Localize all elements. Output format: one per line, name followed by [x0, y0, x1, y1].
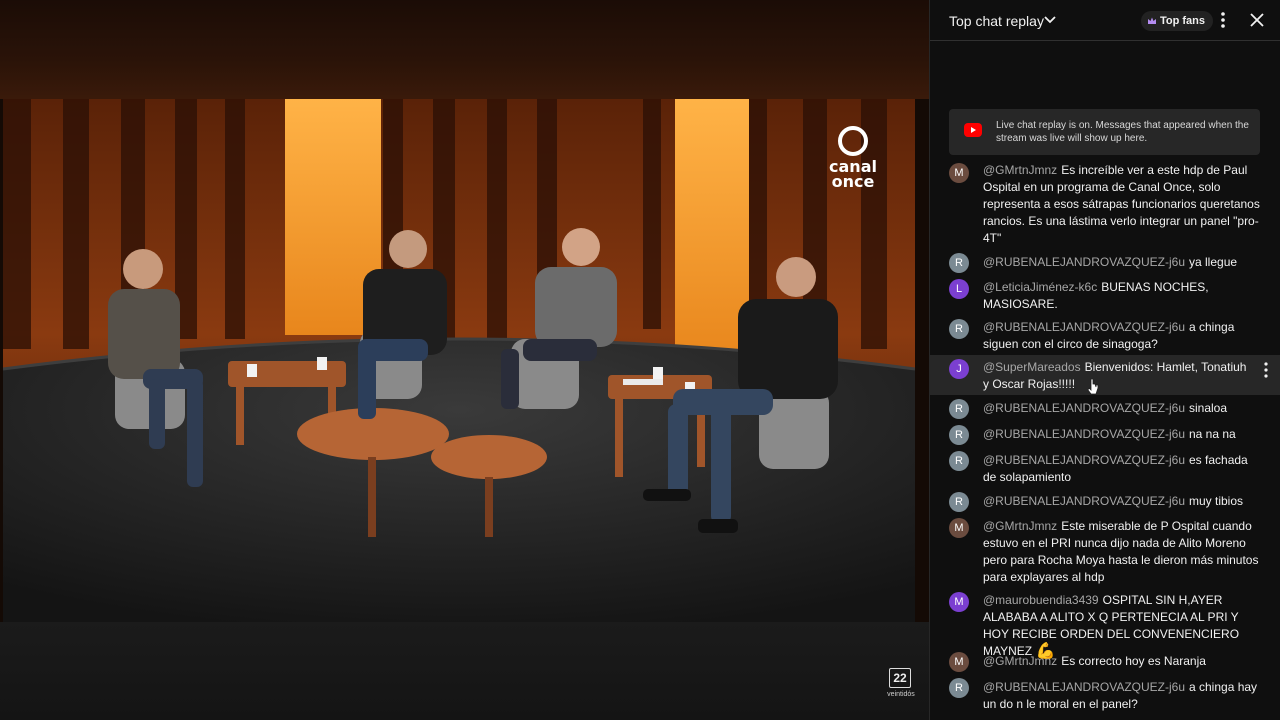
avatar[interactable]: R — [949, 253, 969, 273]
studio-scene-image — [3, 99, 915, 622]
chat-message-body: @RUBENALEJANDROVAZQUEZ-j6u es fachada de … — [983, 452, 1262, 486]
avatar[interactable]: M — [949, 592, 969, 612]
chat-author[interactable]: @RUBENALEJANDROVAZQUEZ-j6u — [983, 494, 1185, 508]
chat-text: muy tibios — [1189, 494, 1244, 508]
chat-author[interactable]: @RUBENALEJANDROVAZQUEZ-j6u — [983, 255, 1185, 269]
chat-message[interactable]: R @RUBENALEJANDROVAZQUEZ-j6u a chinga hay… — [930, 678, 1280, 718]
avatar[interactable]: R — [949, 678, 969, 698]
avatar[interactable]: J — [949, 359, 969, 379]
chat-message-body: @RUBENALEJANDROVAZQUEZ-j6u a chinga hay u… — [983, 679, 1262, 713]
avatar[interactable]: M — [949, 518, 969, 538]
chat-message-body: @GMrtnJmnz Este miserable de P Ospital cu… — [983, 518, 1262, 586]
chat-text: ya llegue — [1189, 255, 1238, 269]
crown-icon — [1148, 17, 1156, 24]
chat-message-body: @RUBENALEJANDROVAZQUEZ-j6u na na na — [983, 426, 1262, 443]
chat-header: Top chat replay Top fans — [930, 0, 1280, 41]
chat-author[interactable]: @maurobuendia3439 — [983, 593, 1099, 607]
chat-message-body: @RUBENALEJANDROVAZQUEZ-j6u a chinga sigue… — [983, 319, 1262, 353]
chevron-down-icon[interactable] — [1042, 12, 1058, 28]
chat-text: na na na — [1189, 427, 1236, 441]
chat-mode-title[interactable]: Top chat replay — [949, 12, 1044, 30]
chat-author[interactable]: @LeticiaJiménez-k6c — [983, 280, 1097, 294]
avatar[interactable]: R — [949, 451, 969, 471]
video-letterbox-bottom — [0, 622, 929, 720]
avatar[interactable]: R — [949, 399, 969, 419]
youtube-icon — [964, 123, 982, 137]
chat-message-body: @GMrtnJmnz Es correcto hoy es Naranja — [983, 653, 1262, 670]
chat-author[interactable]: @RUBENALEJANDROVAZQUEZ-j6u — [983, 427, 1185, 441]
logo-text-line2: once — [831, 172, 875, 191]
chat-message-body: @maurobuendia3439 OSPITAL SIN H,AYER ALAB… — [983, 592, 1262, 660]
chat-message[interactable]: L @LeticiaJiménez-k6c BUENAS NOCHES, MASI… — [930, 277, 1280, 315]
chat-message-body: @GMrtnJmnz Es increíble ver a este hdp de… — [983, 162, 1262, 247]
chat-message[interactable]: R @RUBENALEJANDROVAZQUEZ-j6u sinaloa — [930, 399, 1280, 421]
chat-replay-banner: Live chat replay is on. Messages that ap… — [949, 109, 1260, 155]
chat-author[interactable]: @RUBENALEJANDROVAZQUEZ-j6u — [983, 680, 1185, 694]
more-vert-icon[interactable] — [1215, 11, 1231, 29]
screen: canal once 22 veintidós Top chat replay … — [0, 0, 1280, 720]
chat-text: sinaloa — [1189, 401, 1228, 415]
video-letterbox-top — [0, 0, 929, 99]
chat-text: Es correcto hoy es Naranja — [1061, 654, 1206, 668]
mouse-cursor-icon — [1087, 378, 1099, 395]
chat-message[interactable]: M @GMrtnJmnz Es increíble ver a este hdp … — [930, 160, 1280, 246]
canal-once-ring-icon — [838, 126, 868, 156]
avatar[interactable]: R — [949, 492, 969, 512]
top-fans-button[interactable]: Top fans — [1141, 11, 1214, 31]
veintidos-watermark: 22 veintidós — [885, 668, 917, 700]
video-frame[interactable] — [3, 99, 915, 622]
video-player[interactable]: canal once 22 veintidós — [0, 0, 929, 720]
top-fans-label: Top fans — [1160, 15, 1206, 27]
chat-author[interactable]: @RUBENALEJANDROVAZQUEZ-j6u — [983, 320, 1185, 334]
chat-message-body: @RUBENALEJANDROVAZQUEZ-j6u sinaloa — [983, 400, 1262, 417]
chat-author[interactable]: @RUBENALEJANDROVAZQUEZ-j6u — [983, 453, 1185, 467]
avatar[interactable]: L — [949, 279, 969, 299]
chat-message[interactable]: R @RUBENALEJANDROVAZQUEZ-j6u a chinga sig… — [930, 317, 1280, 355]
chat-message-hovered[interactable]: J @SuperMareados Bienvenidos: Hamlet, Ton… — [930, 355, 1280, 395]
chat-message[interactable]: M @GMrtnJmnz Este miserable de P Ospital … — [930, 517, 1280, 589]
avatar[interactable]: R — [949, 425, 969, 445]
canal-once-logo: canal once — [822, 123, 884, 193]
chat-message[interactable]: M @maurobuendia3439 OSPITAL SIN H,AYER AL… — [930, 591, 1280, 659]
chat-message[interactable]: R @RUBENALEJANDROVAZQUEZ-j6u ya llegue — [930, 252, 1280, 274]
chat-replay-banner-text: Live chat replay is on. Messages that ap… — [996, 120, 1249, 144]
watermark-caption: veintidós — [887, 691, 915, 698]
chat-message-body: @LeticiaJiménez-k6c BUENAS NOCHES, MASIOS… — [983, 279, 1262, 313]
chat-message-body: @RUBENALEJANDROVAZQUEZ-j6u muy tibios — [983, 493, 1262, 510]
chat-message-body: @SuperMareados Bienvenidos: Hamlet, Tonat… — [983, 359, 1255, 393]
chat-message-body: @RUBENALEJANDROVAZQUEZ-j6u ya llegue — [983, 254, 1262, 271]
chat-message[interactable]: R @RUBENALEJANDROVAZQUEZ-j6u na na na — [930, 425, 1280, 447]
chat-author[interactable]: @RUBENALEJANDROVAZQUEZ-j6u — [983, 401, 1185, 415]
chat-message[interactable]: R @RUBENALEJANDROVAZQUEZ-j6u muy tibios — [930, 492, 1280, 514]
watermark-number: 22 — [889, 668, 911, 688]
chat-author[interactable]: @GMrtnJmnz — [983, 654, 1057, 668]
avatar[interactable]: R — [949, 319, 969, 339]
avatar[interactable]: M — [949, 163, 969, 183]
chat-author[interactable]: @GMrtnJmnz — [983, 163, 1057, 177]
live-chat-panel: Top chat replay Top fans Live chat repla… — [929, 0, 1280, 720]
chat-author[interactable]: @GMrtnJmnz — [983, 519, 1057, 533]
chat-author[interactable]: @SuperMareados — [983, 360, 1081, 374]
message-more-icon[interactable] — [1260, 361, 1272, 379]
avatar[interactable]: M — [949, 652, 969, 672]
chat-message[interactable]: R @RUBENALEJANDROVAZQUEZ-j6u es fachada d… — [930, 451, 1280, 489]
chat-message[interactable]: M @GMrtnJmnz Es correcto hoy es Naranja — [930, 652, 1280, 674]
close-icon[interactable] — [1248, 11, 1266, 29]
